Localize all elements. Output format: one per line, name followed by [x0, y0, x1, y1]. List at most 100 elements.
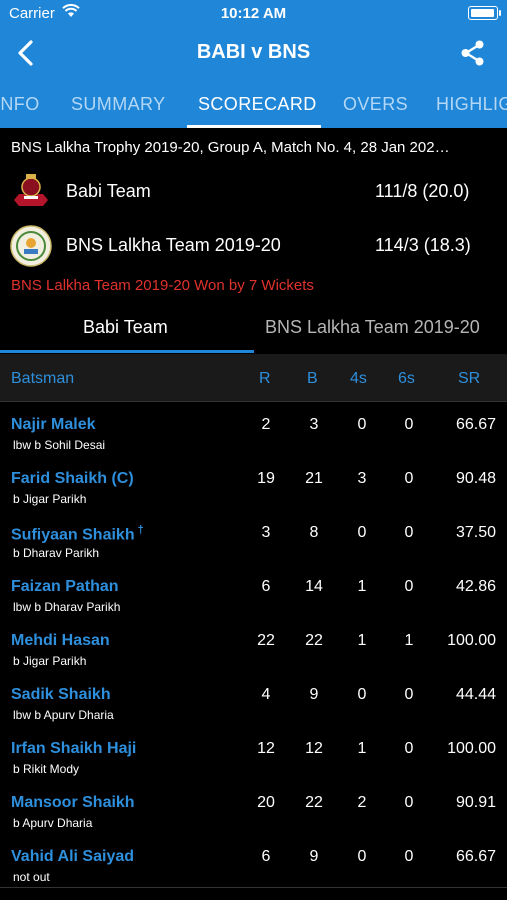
tab-highlights[interactable]: HIGHLIG — [436, 94, 507, 115]
tab-scorecard[interactable]: SCORECARD — [198, 94, 317, 115]
column-header-sixes: 6s — [398, 370, 415, 387]
fours-cell: 1 — [357, 578, 367, 595]
innings-tab-babi[interactable]: Babi Team — [83, 317, 168, 338]
fours-cell: 1 — [357, 632, 367, 649]
batsman-name-link[interactable]: Faizan Pathan — [11, 578, 119, 596]
match-result: BNS Lalkha Team 2019-20 Won by 7 Wickets — [11, 277, 314, 294]
balls-cell: 22 — [305, 794, 323, 811]
table-row: Irfan Shaikh Haji b Rikit Mody 12 12 1 0 100.0… — [0, 728, 507, 782]
divider — [0, 887, 507, 888]
runs-cell: 12 — [257, 740, 275, 757]
batsman-name: Vahid Ali Saiyad — [11, 848, 135, 865]
table-row: Sufiyaan Shaikh † b Dharav Parikh 3 8 0 0 37.50 — [0, 512, 507, 566]
team-row-bns: BNS Lalkha Team 2019-20 114/3 (18.3) — [0, 220, 507, 270]
fours-cell: 3 — [357, 470, 367, 487]
dismissal-text: b Rikit Mody — [13, 762, 80, 776]
balls-cell: 9 — [309, 686, 319, 703]
runs-cell: 6 — [261, 578, 271, 595]
balls-cell: 8 — [309, 524, 319, 541]
sixes-cell: 1 — [404, 632, 414, 649]
strike-rate-cell: 100.00 — [447, 740, 496, 757]
batsman-name: Sufiyaan Shaikh — [11, 526, 135, 544]
batsman-name-link[interactable]: Irfan Shaikh Haji — [11, 740, 136, 758]
balls-cell: 14 — [305, 578, 323, 595]
strike-rate-cell: 44.44 — [455, 686, 496, 703]
match-info: BNS Lalkha Trophy 2019-20, Group A, Matc… — [11, 139, 450, 156]
batsman-name-link[interactable]: Sufiyaan Shaikh † — [11, 524, 144, 544]
column-header-balls: B — [307, 370, 318, 387]
column-header-strike-rate: SR — [458, 370, 481, 387]
sixes-cell: 0 — [404, 524, 414, 541]
app-header: Carrier 10:12 AM BABI v BNS INFO SUMMARY… — [0, 0, 507, 128]
runs-cell: 3 — [261, 524, 271, 541]
innings-tab-indicator — [0, 350, 254, 353]
runs-cell: 20 — [257, 794, 275, 811]
tab-info[interactable]: INFO — [0, 94, 40, 115]
tab-bar: INFO SUMMARY SCORECARD OVERS HIGHLIG — [0, 82, 507, 128]
sixes-cell: 0 — [404, 470, 414, 487]
balls-cell: 21 — [305, 470, 323, 487]
batsman-name: Faizan Pathan — [11, 578, 119, 595]
babi-team-logo — [14, 174, 48, 206]
sixes-cell: 0 — [404, 848, 414, 865]
strike-rate-cell: 90.91 — [455, 794, 496, 811]
sixes-cell: 0 — [404, 578, 414, 595]
fours-cell: 0 — [357, 686, 367, 703]
batsman-name: Sadik Shaikh — [11, 686, 111, 703]
team-name: Babi Team — [66, 181, 151, 201]
status-bar: Carrier 10:12 AM — [0, 0, 507, 28]
tab-summary[interactable]: SUMMARY — [71, 94, 165, 115]
wicketkeeper-marker: † — [137, 524, 144, 536]
share-icon — [461, 40, 484, 66]
runs-cell: 2 — [261, 416, 271, 433]
column-header-fours: 4s — [350, 370, 367, 387]
dismissal-text: b Jigar Parikh — [13, 492, 87, 506]
sixes-cell: 0 — [404, 794, 414, 811]
sixes-cell: 0 — [404, 740, 414, 757]
fours-cell: 0 — [357, 524, 367, 541]
batsman-name: Najir Malek — [11, 416, 96, 433]
batsman-name-link[interactable]: Mansoor Shaikh — [11, 794, 135, 812]
sixes-cell: 0 — [404, 416, 414, 433]
dismissal-text: lbw b Apurv Dharia — [13, 708, 114, 722]
fours-cell: 0 — [357, 416, 367, 433]
batsman-name-link[interactable]: Mehdi Hasan — [11, 632, 110, 650]
table-row: Vahid Ali Saiyad not out 6 9 0 0 66.67 — [0, 836, 507, 890]
balls-cell: 22 — [305, 632, 323, 649]
strike-rate-cell: 90.48 — [455, 470, 496, 487]
table-row: Mansoor Shaikh b Apurv Dharia 20 22 2 0 90.91 — [0, 782, 507, 836]
tab-overs[interactable]: OVERS — [343, 94, 408, 115]
batsman-name: Mehdi Hasan — [11, 632, 110, 649]
share-button[interactable] — [459, 39, 487, 67]
batting-table-header: Batsman R B 4s 6s SR — [0, 354, 507, 402]
runs-cell: 19 — [257, 470, 275, 487]
dismissal-text: b Apurv Dharia — [13, 816, 93, 830]
batsman-name-link[interactable]: Vahid Ali Saiyad — [11, 848, 134, 866]
strike-rate-cell: 42.86 — [455, 578, 496, 595]
balls-cell: 9 — [309, 848, 319, 865]
batsman-name: Farid Shaikh (C) — [11, 470, 134, 487]
page-title: BABI v BNS — [196, 41, 311, 63]
team-score: 114/3 (18.3) — [375, 235, 471, 255]
batsman-name-link[interactable]: Najir Malek — [11, 416, 95, 434]
team-score: 111/8 (20.0) — [375, 181, 470, 201]
team-row-babi: Babi Team 111/8 (20.0) — [0, 166, 507, 216]
column-header-batsman: Batsman — [11, 370, 75, 387]
batsman-name: Mansoor Shaikh — [11, 794, 135, 811]
fours-cell: 1 — [357, 740, 367, 757]
strike-rate-cell: 37.50 — [455, 524, 496, 541]
dismissal-text: b Jigar Parikh — [13, 654, 87, 668]
runs-cell: 4 — [261, 686, 271, 703]
clock: 10:12 AM — [220, 5, 287, 22]
runs-cell: 22 — [257, 632, 275, 649]
sixes-cell: 0 — [404, 686, 414, 703]
table-row: Mehdi Hasan b Jigar Parikh 22 22 1 1 100.00 — [0, 620, 507, 674]
fours-cell: 0 — [357, 848, 367, 865]
innings-tab-bns[interactable]: BNS Lalkha Team 2019-20 — [265, 317, 480, 338]
table-row: Farid Shaikh (C) b Jigar Parikh 19 21 3 0 90.4… — [0, 458, 507, 512]
batsman-name-link[interactable]: Sadik Shaikh — [11, 686, 111, 704]
batsman-name-link[interactable]: Farid Shaikh (C) — [11, 470, 134, 488]
table-row: Najir Malek lbw b Sohil Desai 2 3 0 0 66.67 — [0, 404, 507, 458]
dismissal-text: lbw b Dharav Parikh — [13, 600, 121, 614]
dismissal-text: b Dharav Parikh — [13, 546, 100, 560]
